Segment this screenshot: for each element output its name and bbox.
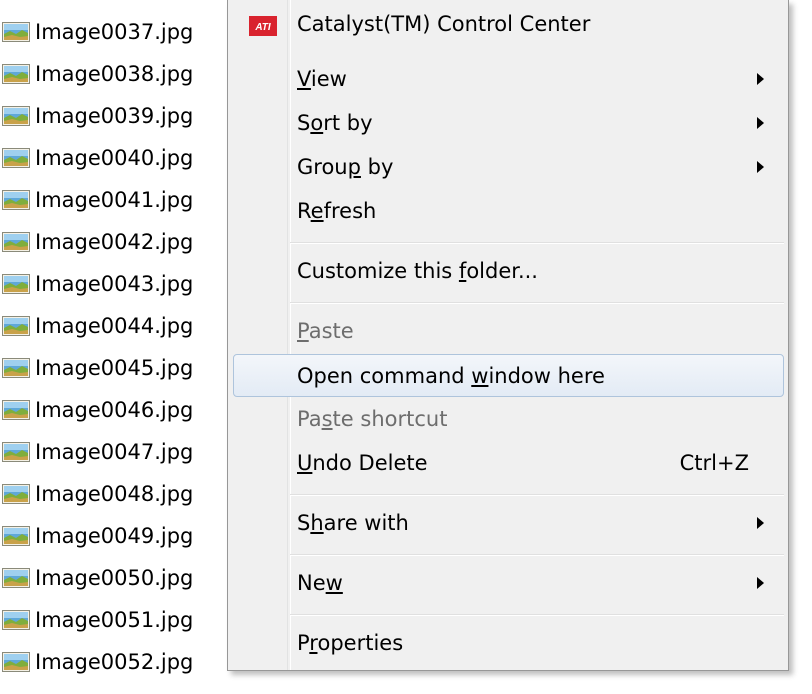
file-item[interactable]: Image0049.jpg [2, 516, 193, 556]
submenu-arrow-icon [757, 577, 764, 589]
file-name: Image0051.jpg [35, 608, 194, 632]
menu-item-label: Catalyst(TM) Control Center [297, 12, 591, 36]
file-item[interactable]: Image0050.jpg [2, 558, 193, 598]
file-name: Image0045.jpg [35, 356, 194, 380]
menu-separator [290, 494, 784, 496]
menu-item-new[interactable]: New [233, 562, 784, 604]
submenu-arrow-icon [757, 517, 764, 529]
menu-item-undo-delete[interactable]: Undo Delete Ctrl+Z [233, 442, 784, 484]
file-name: Image0039.jpg [35, 104, 194, 128]
shortcut-label: Ctrl+Z [679, 451, 749, 475]
menu-item-view[interactable]: View [233, 58, 784, 100]
menu-item-share-with[interactable]: Share with [233, 502, 784, 544]
file-item[interactable]: Image0052.jpg [2, 642, 193, 682]
file-item[interactable]: Image0043.jpg [2, 264, 193, 304]
menu-item-label: Paste [297, 319, 354, 343]
menu-item-paste: Paste [233, 310, 784, 352]
image-file-icon [2, 484, 30, 504]
menu-item-label: View [297, 67, 347, 91]
file-item[interactable]: Image0045.jpg [2, 348, 193, 388]
image-file-icon [2, 652, 30, 672]
file-item[interactable]: Image0044.jpg [2, 306, 193, 346]
file-name: Image0037.jpg [35, 20, 194, 44]
file-item[interactable]: Image0051.jpg [2, 600, 193, 640]
menu-item-label: Paste shortcut [297, 407, 448, 431]
menu-item-label: Group by [297, 155, 394, 179]
menu-item-label: Sort by [297, 111, 373, 135]
image-file-icon [2, 22, 30, 42]
menu-separator [290, 302, 784, 304]
image-file-icon [2, 568, 30, 588]
menu-separator [290, 554, 784, 556]
menu-item-group-by[interactable]: Group by [233, 146, 784, 188]
file-item[interactable]: Image0038.jpg [2, 54, 193, 94]
image-file-icon [2, 358, 30, 378]
file-item[interactable]: Image0046.jpg [2, 390, 193, 430]
file-item[interactable]: Image0040.jpg [2, 138, 193, 178]
file-name: Image0038.jpg [35, 62, 194, 86]
file-item[interactable]: Image0047.jpg [2, 432, 193, 472]
image-file-icon [2, 64, 30, 84]
submenu-arrow-icon [757, 73, 764, 85]
file-name: Image0048.jpg [35, 482, 194, 506]
image-file-icon [2, 400, 30, 420]
menu-item-label: Refresh [297, 199, 377, 223]
menu-item-label: New [297, 571, 343, 595]
file-name: Image0040.jpg [35, 146, 194, 170]
image-file-icon [2, 106, 30, 126]
context-menu: ATI Catalyst(TM) Control Center View Sor… [227, 0, 789, 671]
menu-item-properties[interactable]: Properties [233, 622, 784, 664]
file-item[interactable]: Image0037.jpg [2, 12, 193, 52]
menu-item-paste-shortcut: Paste shortcut [233, 398, 784, 440]
image-file-icon [2, 526, 30, 546]
menu-separator [290, 242, 784, 244]
menu-item-refresh[interactable]: Refresh [233, 190, 784, 232]
menu-item-catalyst-control-center[interactable]: ATI Catalyst(TM) Control Center [233, 3, 784, 45]
image-file-icon [2, 316, 30, 336]
ati-logo-text: ATI [254, 22, 271, 33]
file-name: Image0043.jpg [35, 272, 194, 296]
menu-item-label: Properties [297, 631, 404, 655]
submenu-arrow-icon [757, 117, 764, 129]
file-name: Image0047.jpg [35, 440, 194, 464]
submenu-arrow-icon [757, 161, 764, 173]
menu-item-label: Customize this folder... [297, 259, 538, 283]
file-name: Image0050.jpg [35, 566, 194, 590]
file-name: Image0046.jpg [35, 398, 194, 422]
file-name: Image0044.jpg [35, 314, 194, 338]
menu-item-label: Open command window here [297, 363, 605, 388]
image-file-icon [2, 190, 30, 210]
image-file-icon [2, 232, 30, 252]
file-name: Image0041.jpg [35, 188, 194, 212]
menu-item-sort-by[interactable]: Sort by [233, 102, 784, 144]
menu-item-label: Undo Delete [297, 451, 428, 475]
image-file-icon [2, 610, 30, 630]
file-item[interactable]: Image0042.jpg [2, 222, 193, 262]
menu-item-label: Share with [297, 511, 409, 535]
menu-item-customize-folder[interactable]: Customize this folder... [233, 250, 784, 292]
image-file-icon [2, 148, 30, 168]
file-name: Image0052.jpg [35, 650, 194, 674]
image-file-icon [2, 442, 30, 462]
file-item[interactable]: Image0041.jpg [2, 180, 193, 220]
file-name: Image0042.jpg [35, 230, 194, 254]
file-item[interactable]: Image0039.jpg [2, 96, 193, 136]
menu-item-open-command-window[interactable]: Open command window here [233, 354, 784, 397]
menu-separator [290, 614, 784, 616]
file-item[interactable]: Image0048.jpg [2, 474, 193, 514]
image-file-icon [2, 274, 30, 294]
ati-logo-icon: ATI [249, 16, 277, 36]
file-name: Image0049.jpg [35, 524, 194, 548]
